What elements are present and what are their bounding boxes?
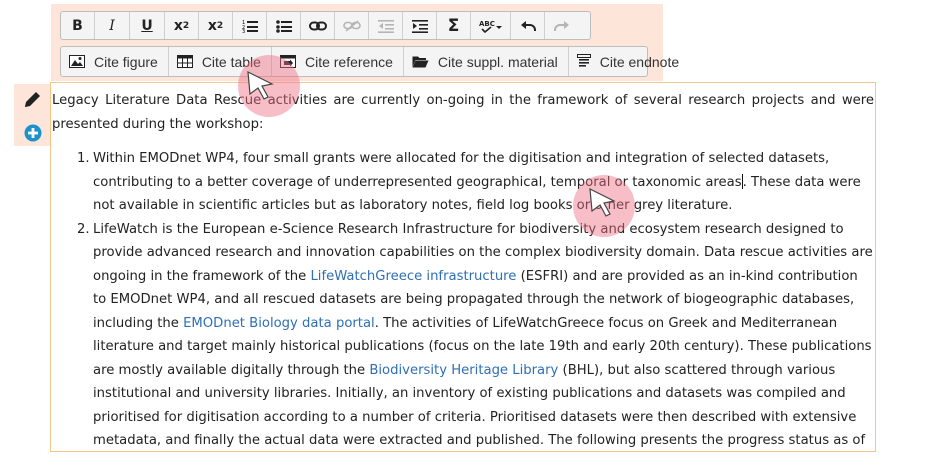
- side-tools: [14, 84, 51, 146]
- cite-endnote-label: Cite endnote: [599, 53, 680, 70]
- italic-button[interactable]: I: [95, 12, 130, 39]
- outdent-button[interactable]: [369, 12, 403, 39]
- cite-reference-label: Cite reference: [304, 53, 393, 70]
- redo-button[interactable]: [545, 12, 579, 39]
- indent-button[interactable]: [403, 12, 437, 39]
- endnote-icon: [576, 54, 591, 67]
- cite-suppl-material-button[interactable]: Cite suppl. material: [404, 47, 569, 76]
- spellcheck-icon: ABC: [479, 20, 502, 33]
- editable-content[interactable]: Legacy Literature Data Rescue activities…: [50, 82, 876, 452]
- pencil-icon[interactable]: [23, 91, 43, 109]
- cite-suppl-material-label: Cite suppl. material: [437, 53, 558, 70]
- numbered-list-button[interactable]: 123: [233, 12, 267, 39]
- cite-figure-button[interactable]: Cite figure: [61, 47, 169, 76]
- format-toolbar-row: B I U x2 x2 123 Σ ABC: [60, 11, 591, 40]
- list-item: 2. LifeWatch is the European e-Science R…: [77, 218, 873, 452]
- image-icon: [69, 55, 85, 68]
- link-icon: [308, 21, 327, 30]
- special-char-button[interactable]: Σ: [437, 12, 471, 39]
- cite-toolbar-row: Cite figure Cite table Cite reference Ci…: [60, 46, 679, 77]
- bullet-list-button[interactable]: [267, 12, 301, 39]
- list-number: 1.: [77, 151, 90, 166]
- bold-button[interactable]: B: [61, 12, 95, 39]
- cursor-arrow-icon: [247, 70, 274, 100]
- unlink-icon: [342, 19, 361, 32]
- undo-button[interactable]: [511, 12, 545, 39]
- redo-icon: [554, 20, 569, 31]
- cursor-arrow-icon: [589, 187, 616, 217]
- undo-icon: [520, 20, 536, 31]
- lifewatchgreece-link[interactable]: LifeWatchGreece infrastructure: [310, 269, 516, 284]
- bhl-link[interactable]: Biodiversity Heritage Library: [369, 363, 558, 378]
- indent-icon: [411, 19, 428, 33]
- table-icon: [176, 55, 193, 68]
- link-button[interactable]: [301, 12, 335, 39]
- ordered-list: 1. Within EMODnet WP4, four small grants…: [77, 147, 873, 452]
- list-number: 2.: [77, 221, 90, 237]
- underline-button[interactable]: U: [130, 12, 165, 39]
- bullet-list-icon: [275, 19, 292, 33]
- svg-text:ABC: ABC: [479, 20, 495, 28]
- superscript-button[interactable]: x2: [199, 12, 233, 39]
- plus-circle-icon[interactable]: [24, 124, 42, 142]
- folder-open-icon: [412, 56, 429, 68]
- cite-endnote-button[interactable]: Cite endnote: [569, 47, 689, 76]
- numbered-list-icon: 123: [242, 20, 258, 33]
- intro-paragraph: Legacy Literature Data Rescue activities…: [52, 93, 874, 132]
- editor-toolbar: B I U x2 x2 123 Σ ABC Cite figure Cite t…: [51, 4, 679, 81]
- spellcheck-button[interactable]: ABC: [471, 12, 511, 39]
- outdent-icon: [377, 19, 394, 33]
- svg-text:3: 3: [242, 29, 245, 33]
- subscript-button[interactable]: x2: [165, 12, 199, 39]
- list-item: 1. Within EMODnet WP4, four small grants…: [77, 147, 873, 218]
- emodnet-biology-link[interactable]: EMODnet Biology data portal: [183, 316, 375, 331]
- cite-figure-label: Cite figure: [94, 53, 158, 70]
- unlink-button[interactable]: [335, 12, 369, 39]
